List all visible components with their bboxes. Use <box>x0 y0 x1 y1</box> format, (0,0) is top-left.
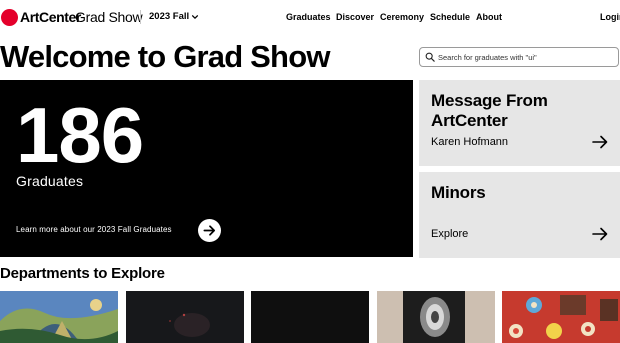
graduate-count: 186 <box>16 91 144 179</box>
arrow-right-icon <box>592 135 608 149</box>
minors-card[interactable]: Minors Explore <box>419 172 620 258</box>
department-tile[interactable] <box>251 291 369 343</box>
term-select[interactable]: 2023 Fall <box>149 11 199 23</box>
department-artwork-image <box>0 291 118 343</box>
search-icon <box>425 52 435 62</box>
card-subtitle: Explore <box>431 228 469 240</box>
department-tile[interactable] <box>0 291 118 343</box>
graduate-count-label: Graduates <box>16 173 84 189</box>
search-input[interactable] <box>438 50 616 64</box>
learn-more-link[interactable]: Learn more about our 2023 Fall Graduates <box>16 225 172 235</box>
card-title: Message From ArtCenter <box>431 91 548 130</box>
graduates-hero-card: 186 Graduates Learn more about our 2023 … <box>0 80 413 257</box>
nav-link-schedule[interactable]: Schedule <box>430 12 470 23</box>
departments-heading: Departments to Explore <box>0 265 165 282</box>
product-name[interactable]: Grad Show <box>75 9 143 26</box>
nav-link-discover[interactable]: Discover <box>336 12 374 23</box>
card-subtitle: Karen Hofmann <box>431 136 509 148</box>
brand-name[interactable]: ArtCenter <box>20 9 81 26</box>
arrow-right-icon <box>592 227 608 241</box>
learn-more-button[interactable] <box>198 219 221 242</box>
department-tile[interactable] <box>502 291 620 343</box>
artcenter-logo-icon[interactable] <box>1 9 18 26</box>
department-artwork-image <box>377 291 495 343</box>
department-artwork-image <box>502 291 620 343</box>
department-tile[interactable] <box>377 291 495 343</box>
login-link[interactable]: Login <box>600 12 620 23</box>
message-from-artcenter-card[interactable]: Message From ArtCenter Karen Hofmann <box>419 80 620 166</box>
term-select-value: 2023 Fall <box>149 11 190 22</box>
page-title: Welcome to Grad Show <box>0 39 330 74</box>
nav-link-ceremony[interactable]: Ceremony <box>380 12 424 23</box>
department-tile[interactable] <box>126 291 244 343</box>
header-divider <box>140 10 141 24</box>
department-artwork-image <box>251 291 369 343</box>
card-title: Minors <box>431 183 486 202</box>
search-box <box>419 47 619 67</box>
arrow-right-icon <box>203 225 216 236</box>
department-artwork-image <box>126 291 244 343</box>
chevron-down-icon <box>192 15 199 19</box>
nav-link-graduates[interactable]: Graduates <box>286 12 331 23</box>
top-navigation: ArtCenter Grad Show 2023 Fall Graduates … <box>0 0 620 34</box>
nav-link-about[interactable]: About <box>476 12 502 23</box>
